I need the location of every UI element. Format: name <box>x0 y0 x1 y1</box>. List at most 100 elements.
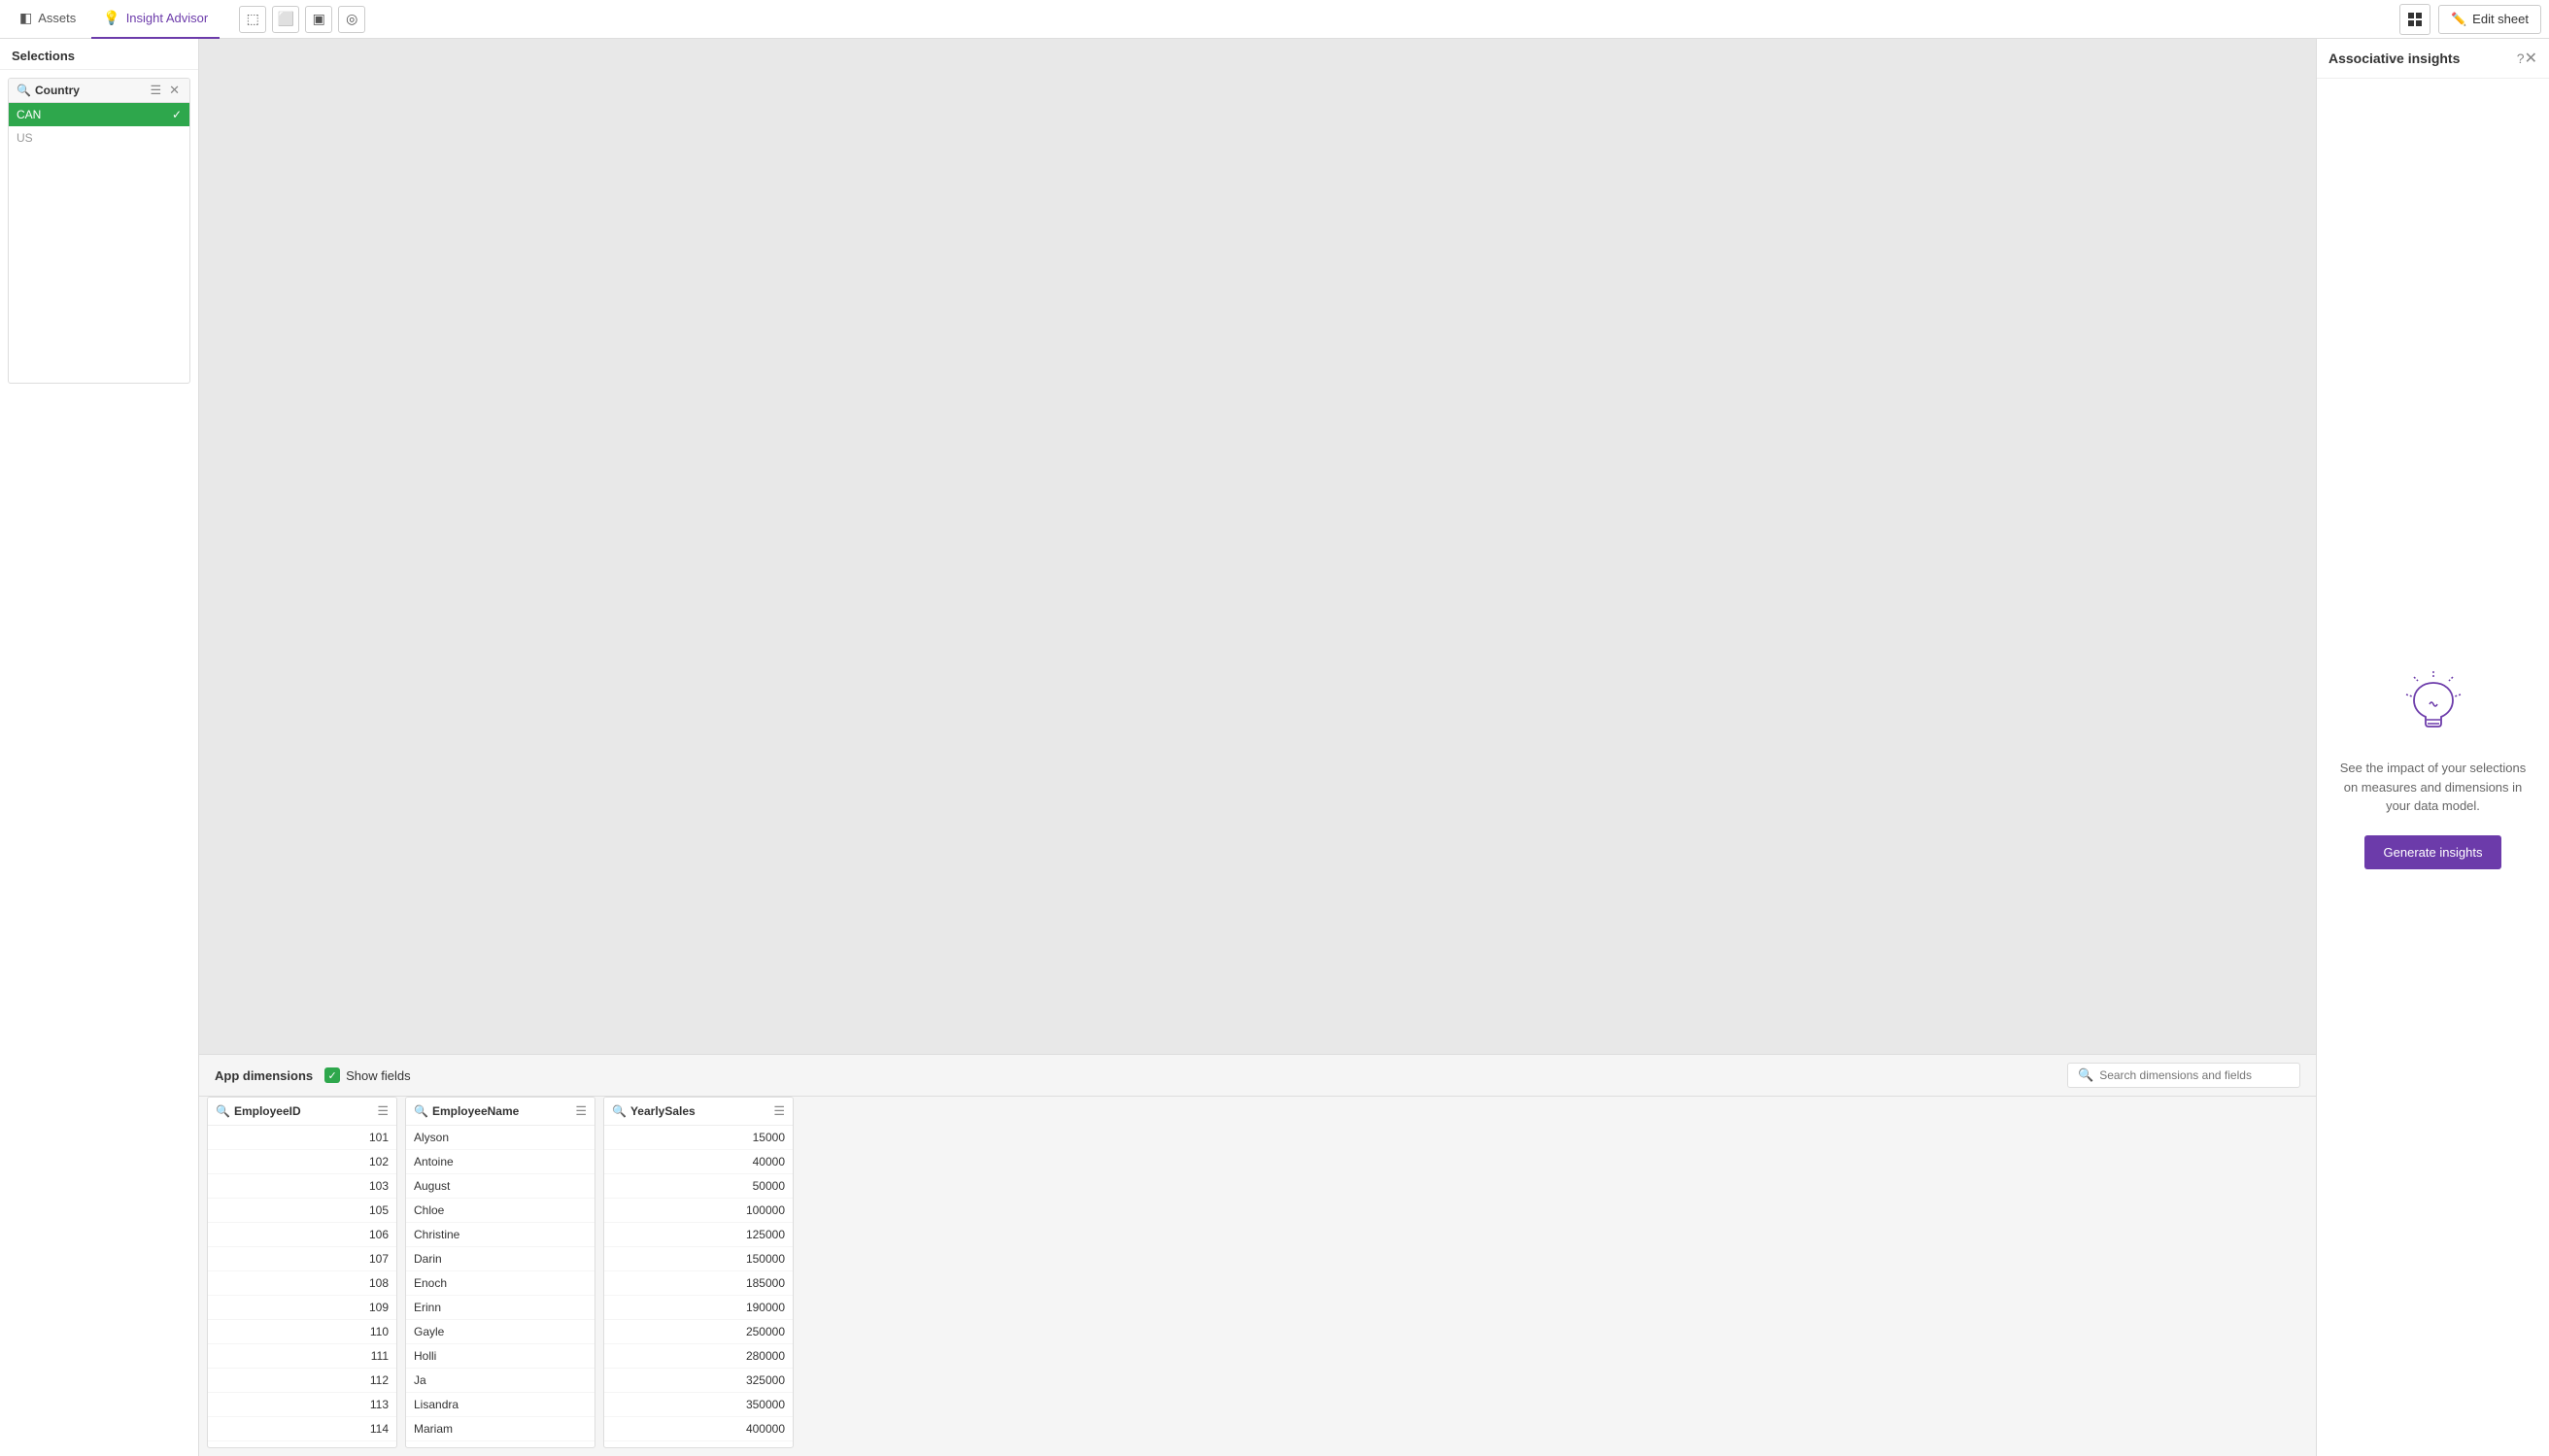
list-item[interactable]: 400000 <box>604 1417 793 1441</box>
dim-header-0: 🔍 EmployeeID ☰ <box>208 1098 396 1126</box>
lightbulb-icon <box>2395 665 2472 743</box>
list-item[interactable]: 190000 <box>604 1296 793 1320</box>
list-item[interactable]: 113 <box>208 1393 396 1417</box>
tab-insight-advisor[interactable]: 💡 Insight Advisor <box>91 0 220 39</box>
list-item[interactable]: 108 <box>208 1271 396 1296</box>
grid-view-btn[interactable] <box>2399 4 2430 35</box>
deselect-btn[interactable]: ▣ <box>305 6 332 33</box>
edit-icon: ✏️ <box>2451 12 2466 27</box>
insights-title: Associative insights <box>2328 51 2517 66</box>
list-item[interactable]: 107 <box>208 1247 396 1271</box>
checkmark-icon: ✓ <box>172 108 182 121</box>
grid-icon <box>2407 12 2423 27</box>
lasso-select-btn[interactable]: ⬚ <box>239 6 266 33</box>
dim-search-icon: 🔍 <box>216 1104 230 1118</box>
list-item[interactable]: 112 <box>208 1369 396 1393</box>
app-dimensions-label: App dimensions <box>215 1068 313 1083</box>
filter-clear-btn[interactable]: ✕ <box>167 83 182 98</box>
list-item[interactable]: 150000 <box>604 1247 793 1271</box>
filter-title: Country <box>35 84 144 97</box>
topbar-tabs: ◧ Assets 💡 Insight Advisor <box>8 0 220 39</box>
dimensions-search-input[interactable] <box>2099 1068 2290 1082</box>
assets-tab-label: Assets <box>38 11 76 25</box>
filter-item-us-label: US <box>17 131 33 145</box>
insight-advisor-tab-label: Insight Advisor <box>126 11 209 25</box>
dim-menu-btn-1[interactable]: ☰ <box>575 1103 587 1119</box>
generate-insights-btn[interactable]: Generate insights <box>2364 835 2502 869</box>
list-item[interactable]: 102 <box>208 1150 396 1174</box>
show-fields-checkbox[interactable]: ✓ <box>324 1067 340 1083</box>
list-item[interactable]: Antoine <box>406 1150 595 1174</box>
list-item[interactable]: Christine <box>406 1223 595 1247</box>
list-item[interactable]: 350000 <box>604 1393 793 1417</box>
bottom-dimensions-area: App dimensions ✓ Show fields 🔍 🔍 Employee… <box>199 1054 2316 1456</box>
country-filter-box: 🔍 Country ☰ ✕ CAN ✓ US <box>8 78 190 384</box>
dim-column-employeeid: 🔍EmployeeID☰1011021031051061071081091101… <box>207 1097 397 1448</box>
filter-item-us[interactable]: US <box>9 126 189 150</box>
list-item[interactable]: 109 <box>208 1296 396 1320</box>
selections-panel: Selections 🔍 Country ☰ ✕ CAN ✓ US <box>0 39 199 1456</box>
insights-close-btn[interactable]: ✕ <box>2525 49 2537 68</box>
list-item[interactable]: 325000 <box>604 1369 793 1393</box>
filter-header: 🔍 Country ☰ ✕ <box>9 79 189 103</box>
list-item[interactable]: Erinn <box>406 1296 595 1320</box>
list-item[interactable]: 40000 <box>604 1150 793 1174</box>
list-item[interactable]: 280000 <box>604 1344 793 1369</box>
dimensions-search-box[interactable]: 🔍 <box>2067 1063 2300 1088</box>
dimensions-search-icon: 🔍 <box>2078 1067 2093 1083</box>
list-item[interactable]: 15000 <box>604 1126 793 1150</box>
list-item[interactable]: 105 <box>208 1199 396 1223</box>
list-item[interactable]: August <box>406 1174 595 1199</box>
select-all-btn[interactable]: ⬜ <box>272 6 299 33</box>
filter-empty-space <box>9 150 189 383</box>
main-layout: Selections 🔍 Country ☰ ✕ CAN ✓ US App <box>0 39 2549 1456</box>
dim-menu-btn-2[interactable]: ☰ <box>773 1103 785 1119</box>
topbar: ◧ Assets 💡 Insight Advisor ⬚ ⬜ ▣ ◎ ✏️ Ed… <box>0 0 2549 39</box>
app-dimensions-bar: App dimensions ✓ Show fields 🔍 <box>199 1055 2316 1097</box>
list-item[interactable]: 103 <box>208 1174 396 1199</box>
list-item[interactable]: 125000 <box>604 1223 793 1247</box>
filter-item-can-label: CAN <box>17 108 41 121</box>
insights-description: See the impact of your selections on mea… <box>2332 759 2533 816</box>
show-fields-toggle[interactable]: ✓ Show fields <box>324 1067 410 1083</box>
toolbar-tools: ⬚ ⬜ ▣ ◎ <box>239 6 365 33</box>
list-item[interactable]: 114 <box>208 1417 396 1441</box>
list-item[interactable]: Alyson <box>406 1126 595 1150</box>
list-item[interactable]: 185000 <box>604 1271 793 1296</box>
list-item[interactable]: Darin <box>406 1247 595 1271</box>
associative-insights-panel: Associative insights ? ✕ See the i <box>2316 39 2549 1456</box>
list-item[interactable]: Chloe <box>406 1199 595 1223</box>
assets-icon: ◧ <box>19 10 32 26</box>
insights-help-btn[interactable]: ? <box>2517 51 2525 66</box>
target-btn[interactable]: ◎ <box>338 6 365 33</box>
dim-menu-btn-0[interactable]: ☰ <box>377 1103 389 1119</box>
list-item[interactable]: Lisandra <box>406 1393 595 1417</box>
list-item[interactable]: 250000 <box>604 1320 793 1344</box>
dim-search-icon: 🔍 <box>414 1104 428 1118</box>
list-item[interactable]: Holli <box>406 1344 595 1369</box>
list-item[interactable]: Mariam <box>406 1417 595 1441</box>
dim-list-0: 101102103105106107108109110111112113114 <box>208 1126 396 1447</box>
list-item[interactable]: 100000 <box>604 1199 793 1223</box>
list-item[interactable]: 111 <box>208 1344 396 1369</box>
filter-list-btn[interactable]: ☰ <box>148 83 163 98</box>
tab-assets[interactable]: ◧ Assets <box>8 0 87 39</box>
filter-item-can[interactable]: CAN ✓ <box>9 103 189 126</box>
dim-title-0: EmployeeID <box>234 1104 373 1118</box>
dim-list-2: 1500040000500001000001250001500001850001… <box>604 1126 793 1447</box>
list-item[interactable]: 50000 <box>604 1174 793 1199</box>
list-item[interactable]: 110 <box>208 1320 396 1344</box>
dim-header-1: 🔍 EmployeeName ☰ <box>406 1098 595 1126</box>
edit-sheet-button[interactable]: ✏️ Edit sheet <box>2438 5 2541 34</box>
dim-search-icon: 🔍 <box>612 1104 627 1118</box>
edit-sheet-label: Edit sheet <box>2472 12 2529 26</box>
dim-title-1: EmployeeName <box>432 1104 571 1118</box>
list-item[interactable]: Enoch <box>406 1271 595 1296</box>
dim-column-yearlysales: 🔍YearlySales☰150004000050000100000125000… <box>603 1097 794 1448</box>
list-item[interactable]: 106 <box>208 1223 396 1247</box>
list-item[interactable]: Gayle <box>406 1320 595 1344</box>
list-item[interactable]: 101 <box>208 1126 396 1150</box>
dimension-columns: 🔍EmployeeID☰1011021031051061071081091101… <box>199 1097 2316 1456</box>
list-item[interactable]: Ja <box>406 1369 595 1393</box>
dim-header-2: 🔍YearlySales☰ <box>604 1098 793 1126</box>
